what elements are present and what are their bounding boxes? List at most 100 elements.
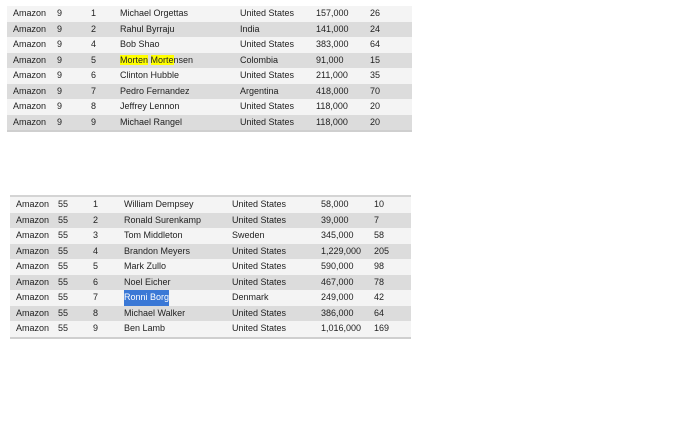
country-cell: United States <box>232 199 287 209</box>
count-cell: 98 <box>374 261 385 271</box>
country-cell: India <box>240 23 260 34</box>
table-row[interactable]: Amazon 9 5 Morten Mortensen Colombia 91,000 15 <box>7 52 412 68</box>
name-cell: Michael Rangel <box>120 116 183 127</box>
name-text: nsen <box>173 54 194 65</box>
company-cell: Amazon <box>13 39 47 49</box>
id-cell: 9 <box>57 101 63 111</box>
table-row[interactable]: Amazon 55 7 Ronni Borg Denmark 249,000 42 <box>10 290 411 306</box>
id-cell: 55 <box>58 214 69 225</box>
rank-cell: 5 <box>93 261 99 271</box>
country-cell: Argentina <box>240 85 279 96</box>
rank-cell: 1 <box>93 199 99 209</box>
rank-cell: 7 <box>93 292 99 302</box>
rank-cell: 4 <box>91 39 97 49</box>
table-row[interactable]: Amazon 55 9 Ben Lamb United States 1,016,000 1… <box>10 321 411 339</box>
name-cell: Clinton Hubble <box>120 70 180 80</box>
table-row[interactable]: Amazon 55 8 Michael Walker United States 386,… <box>10 305 411 321</box>
name-cell: Noel Eicher <box>124 276 171 287</box>
id-cell: 55 <box>58 292 69 302</box>
rank-cell: 1 <box>91 8 97 18</box>
country-cell: United States <box>240 101 295 111</box>
value-cell: 249,000 <box>321 292 354 302</box>
table-row[interactable]: Amazon 9 7 Pedro Fernandez Argentina 418,000 7… <box>7 83 412 99</box>
company-cell: Amazon <box>16 245 50 256</box>
count-cell: 42 <box>374 292 385 302</box>
company-cell: Amazon <box>13 85 47 96</box>
value-cell: 211,000 <box>316 70 348 80</box>
rank-cell: 6 <box>93 276 99 287</box>
id-cell: 9 <box>57 23 63 34</box>
table-row[interactable]: Amazon 9 9 Michael Rangel United States 118,0… <box>7 114 412 132</box>
company-cell: Amazon <box>13 70 47 80</box>
table-row[interactable]: Amazon 55 1 William Dempsey United States 58,… <box>10 197 411 213</box>
table-row[interactable]: Amazon 9 6 Clinton Hubble United States 211,0… <box>7 68 412 84</box>
id-cell: 9 <box>57 70 63 80</box>
selected-text[interactable]: Ronni Borg <box>124 290 170 306</box>
search-match-highlight: Morten <box>120 54 149 65</box>
company-cell: Amazon <box>16 261 50 271</box>
table-row[interactable]: Amazon 9 8 Jeffrey Lennon United States 118,0… <box>7 99 412 115</box>
name-cell: Ben Lamb <box>124 323 166 333</box>
table-row[interactable]: Amazon 55 5 Mark Zullo United States 590,000 9… <box>10 259 411 275</box>
table-row[interactable]: Amazon 55 2 Ronald Surenkamp United States 39… <box>10 212 411 228</box>
name-cell: Ronald Surenkamp <box>124 214 202 225</box>
id-cell: 9 <box>57 116 63 127</box>
rank-cell: 9 <box>91 116 97 127</box>
id-cell: 55 <box>58 245 69 256</box>
rank-cell: 6 <box>91 70 97 80</box>
name-cell: Pedro Fernandez <box>120 85 190 96</box>
country-cell: United States <box>240 70 295 80</box>
name-cell: Jeffrey Lennon <box>120 101 180 111</box>
search-match-highlight: Morte <box>150 54 174 65</box>
country-cell: United States <box>232 261 287 271</box>
company-cell: Amazon <box>16 199 50 209</box>
country-cell: United States <box>240 39 295 49</box>
table-row[interactable]: Amazon 55 6 Noel Eicher United States 467,000… <box>10 274 411 290</box>
rank-cell: 3 <box>93 230 99 240</box>
count-cell: 70 <box>370 85 381 96</box>
company-cell: Amazon <box>13 101 47 111</box>
value-cell: 590,000 <box>321 261 354 271</box>
country-cell: United States <box>232 307 287 318</box>
id-cell: 55 <box>58 323 69 333</box>
table-row[interactable]: Amazon 9 2 Rahul Byrraju India 141,000 24 <box>7 21 412 37</box>
company-cell: Amazon <box>16 292 50 302</box>
table-row[interactable]: Amazon 55 4 Brandon Meyers United States 1,22… <box>10 243 411 259</box>
table-row[interactable]: Amazon 55 3 Tom Middleton Sweden 345,000 58 <box>10 228 411 244</box>
value-cell: 345,000 <box>321 230 354 240</box>
country-cell: Denmark <box>232 292 269 302</box>
count-cell: 20 <box>370 116 381 127</box>
rank-cell: 2 <box>91 23 97 34</box>
name-cell: William Dempsey <box>124 199 194 209</box>
id-cell: 55 <box>58 199 69 209</box>
country-cell: Colombia <box>240 54 279 65</box>
id-cell: 9 <box>57 85 63 96</box>
results-table-2: Amazon 55 1 William Dempsey United States 58,… <box>10 195 411 339</box>
count-cell: 64 <box>370 39 381 49</box>
count-cell: 58 <box>374 230 385 240</box>
value-cell: 141,000 <box>316 23 349 34</box>
value-cell: 1,229,000 <box>321 245 362 256</box>
name-cell: Rahul Byrraju <box>120 23 175 34</box>
name-cell: Michael Orgettas <box>120 8 189 18</box>
count-cell: 64 <box>374 307 385 318</box>
rank-cell: 8 <box>93 307 99 318</box>
id-cell: 55 <box>58 307 69 318</box>
table-row[interactable]: Amazon 9 4 Bob Shao United States 383,000 64 <box>7 37 412 53</box>
country-cell: United States <box>232 323 287 333</box>
id-cell: 55 <box>58 276 69 287</box>
table-row[interactable]: Amazon 9 1 Michael Orgettas United States 157… <box>7 6 412 22</box>
name-cell: Michael Walker <box>124 307 186 318</box>
count-cell: 169 <box>374 323 390 333</box>
count-cell: 20 <box>370 101 381 111</box>
company-cell: Amazon <box>13 8 47 18</box>
value-cell: 383,000 <box>316 39 349 49</box>
value-cell: 39,000 <box>321 214 349 225</box>
rank-cell: 5 <box>91 54 97 65</box>
name-cell: Mark Zullo <box>124 261 167 271</box>
country-cell: United States <box>232 276 287 287</box>
count-cell: 7 <box>374 214 380 225</box>
country-cell: Sweden <box>232 230 265 240</box>
name-cell: Bob Shao <box>120 39 160 49</box>
rank-cell: 9 <box>93 323 99 333</box>
